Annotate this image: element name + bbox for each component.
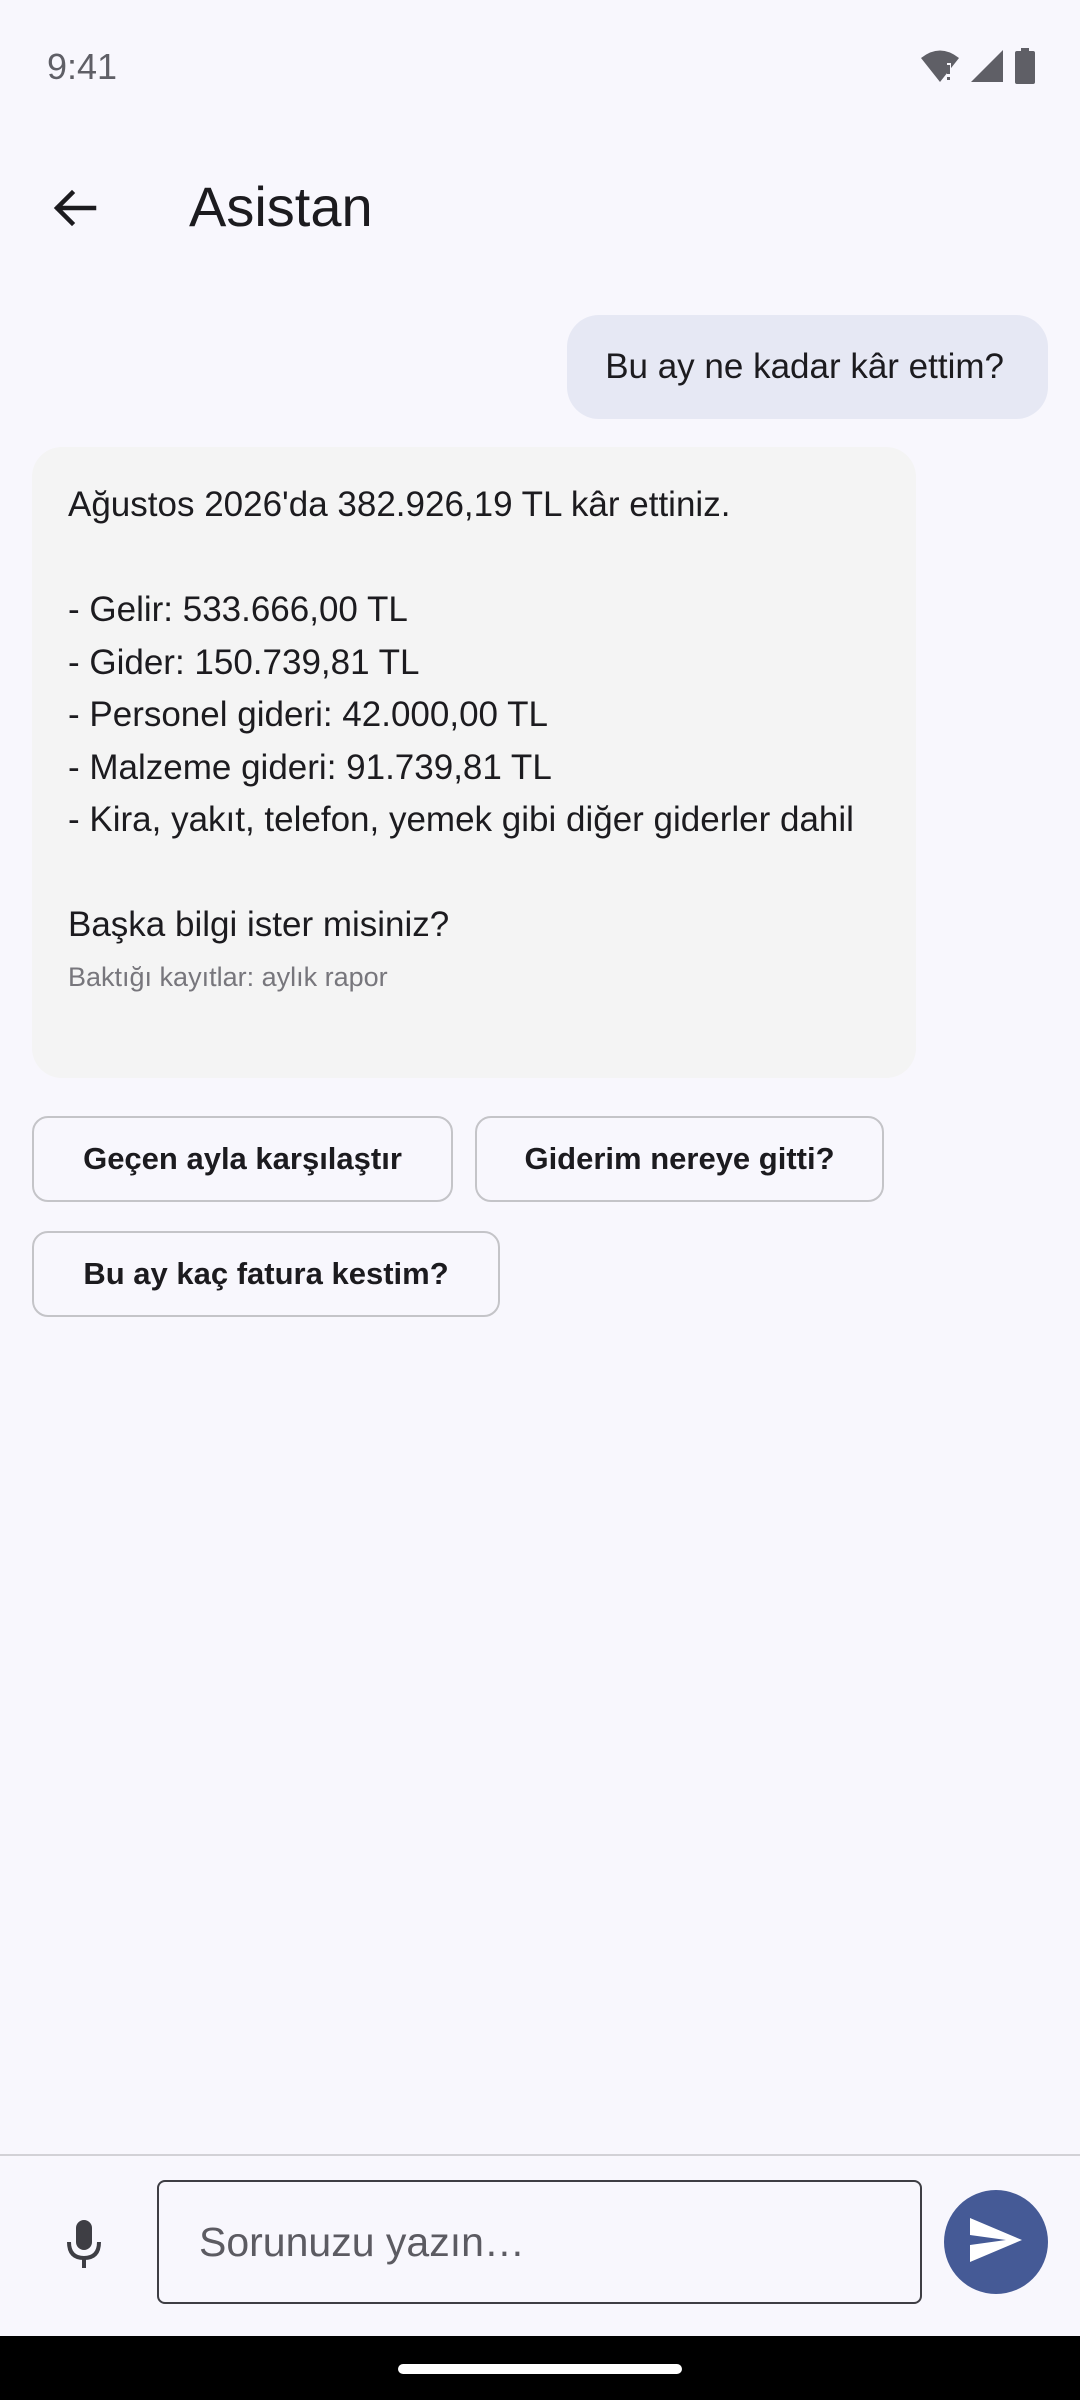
- app-bar: Asistan: [0, 140, 1080, 280]
- system-navigation-bar: [0, 2336, 1080, 2400]
- send-button[interactable]: [944, 2190, 1048, 2294]
- status-icons: [920, 48, 1036, 89]
- page-title: Asistan: [189, 175, 373, 238]
- mic-button[interactable]: [46, 2208, 122, 2284]
- message-input[interactable]: [157, 2180, 922, 2304]
- send-icon: [968, 2216, 1024, 2269]
- back-button[interactable]: [32, 168, 116, 252]
- wifi-icon: [920, 49, 960, 88]
- assistant-message-text: Ağustos 2026'da 382.926,19 TL kâr ettini…: [68, 485, 854, 944]
- suggestion-chip-expenses[interactable]: Giderim nereye gitti?: [475, 1116, 884, 1202]
- assistant-message-source: Baktığı kayıtlar: aylık rapor: [68, 961, 388, 992]
- suggestion-chip-invoices[interactable]: Bu ay kaç fatura kestim?: [32, 1231, 500, 1317]
- suggestion-chip-compare-last-month[interactable]: Geçen ayla karşılaştır: [32, 1116, 453, 1202]
- mic-icon: [64, 2218, 104, 2275]
- arrow-back-icon: [50, 184, 98, 237]
- user-message-bubble: Bu ay ne kadar kâr ettim?: [567, 315, 1048, 419]
- home-gesture-handle[interactable]: [398, 2364, 682, 2374]
- status-time: 9:41: [47, 46, 118, 87]
- assistant-message-bubble: Ağustos 2026'da 382.926,19 TL kâr ettini…: [32, 447, 916, 1078]
- status-bar: 9:41: [0, 0, 1080, 140]
- signal-icon: [970, 49, 1004, 88]
- battery-icon: [1014, 48, 1036, 89]
- message-composer: [0, 2154, 1080, 2338]
